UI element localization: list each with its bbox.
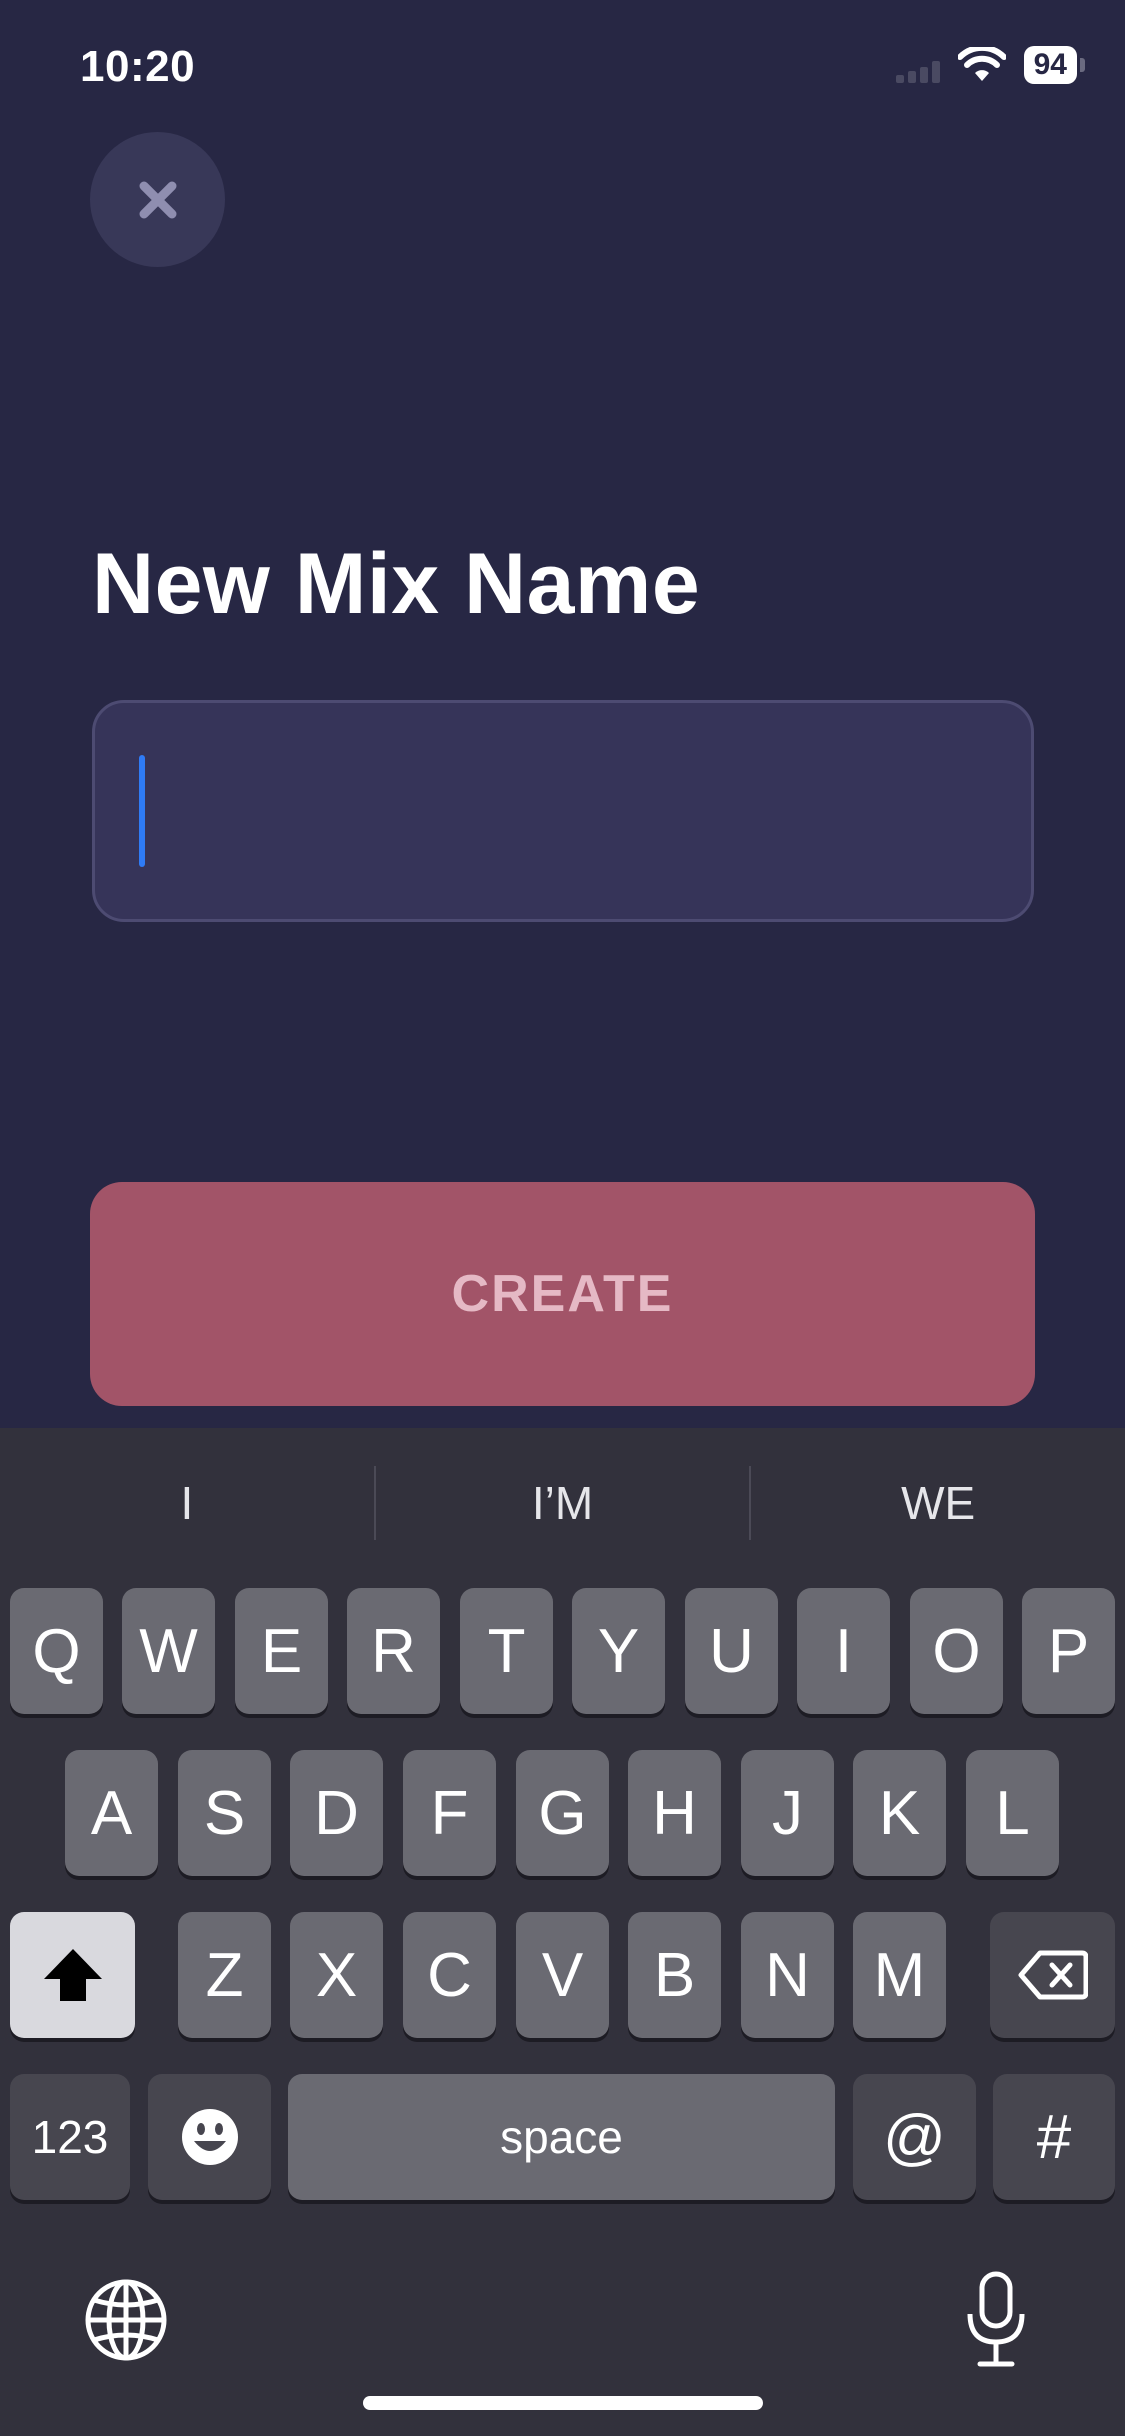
page-title: New Mix Name xyxy=(92,536,701,632)
key-w[interactable]: W xyxy=(122,1588,215,1714)
close-icon xyxy=(139,181,176,218)
home-indicator[interactable] xyxy=(363,2396,763,2410)
close-button[interactable] xyxy=(90,132,225,267)
status-time: 10:20 xyxy=(80,42,196,91)
create-button[interactable]: CREATE xyxy=(90,1182,1035,1406)
suggestion-3[interactable]: WE xyxy=(751,1476,1125,1530)
key-x[interactable]: X xyxy=(290,1912,383,2038)
key-f[interactable]: F xyxy=(403,1750,496,1876)
key-t[interactable]: T xyxy=(460,1588,553,1714)
wifi-icon xyxy=(957,47,1006,81)
key-k[interactable]: K xyxy=(853,1750,946,1876)
key-y[interactable]: Y xyxy=(572,1588,665,1714)
emoji-key[interactable] xyxy=(148,2074,271,2200)
key-m[interactable]: M xyxy=(853,1912,946,2038)
suggestion-bar: I I’M WE xyxy=(0,1428,1125,1578)
status-icons: 94 xyxy=(895,46,1085,84)
backspace-icon xyxy=(1018,1950,1088,2000)
microphone-icon xyxy=(967,2271,1025,2367)
shift-key[interactable] xyxy=(10,1912,135,2038)
suggestion-2[interactable]: I’M xyxy=(376,1476,750,1530)
key-l[interactable]: L xyxy=(966,1750,1059,1876)
key-z[interactable]: Z xyxy=(178,1912,271,2038)
keyboard: I I’M WE Q W E R T Y U I O P A S D F G H… xyxy=(0,1428,1125,2436)
globe-icon xyxy=(85,2279,167,2361)
key-c[interactable]: C xyxy=(403,1912,496,2038)
key-a[interactable]: A xyxy=(65,1750,158,1876)
key-n[interactable]: N xyxy=(741,1912,834,2038)
at-key[interactable]: @ xyxy=(853,2074,976,2200)
key-q[interactable]: Q xyxy=(10,1588,103,1714)
key-v[interactable]: V xyxy=(516,1912,609,2038)
numbers-key[interactable]: 123 xyxy=(10,2074,130,2200)
hash-key[interactable]: # xyxy=(993,2074,1115,2200)
emoji-icon xyxy=(181,2109,238,2165)
dictation-button[interactable] xyxy=(964,2270,1028,2370)
battery-icon: 94 xyxy=(1023,46,1085,84)
key-s[interactable]: S xyxy=(178,1750,271,1876)
mix-name-field[interactable] xyxy=(92,700,1034,922)
key-j[interactable]: J xyxy=(741,1750,834,1876)
key-u[interactable]: U xyxy=(685,1588,778,1714)
globe-button[interactable] xyxy=(84,2278,168,2362)
mix-name-input[interactable] xyxy=(135,753,985,873)
cellular-signal-icon xyxy=(895,47,940,83)
text-caret xyxy=(139,755,145,867)
key-o[interactable]: O xyxy=(910,1588,1003,1714)
key-r[interactable]: R xyxy=(347,1588,440,1714)
key-d[interactable]: D xyxy=(290,1750,383,1876)
key-p[interactable]: P xyxy=(1022,1588,1115,1714)
battery-level: 94 xyxy=(1023,46,1077,84)
key-g[interactable]: G xyxy=(516,1750,609,1876)
backspace-key[interactable] xyxy=(990,1912,1115,2038)
space-key[interactable]: space xyxy=(288,2074,835,2200)
key-e[interactable]: E xyxy=(235,1588,328,1714)
suggestion-1[interactable]: I xyxy=(0,1476,374,1530)
key-h[interactable]: H xyxy=(628,1750,721,1876)
new-mix-screen: 10:20 94 New Mix Name CREATE I I’M WE Q … xyxy=(0,0,1125,2436)
shift-icon xyxy=(43,1949,102,2001)
key-b[interactable]: B xyxy=(628,1912,721,2038)
key-i[interactable]: I xyxy=(797,1588,890,1714)
